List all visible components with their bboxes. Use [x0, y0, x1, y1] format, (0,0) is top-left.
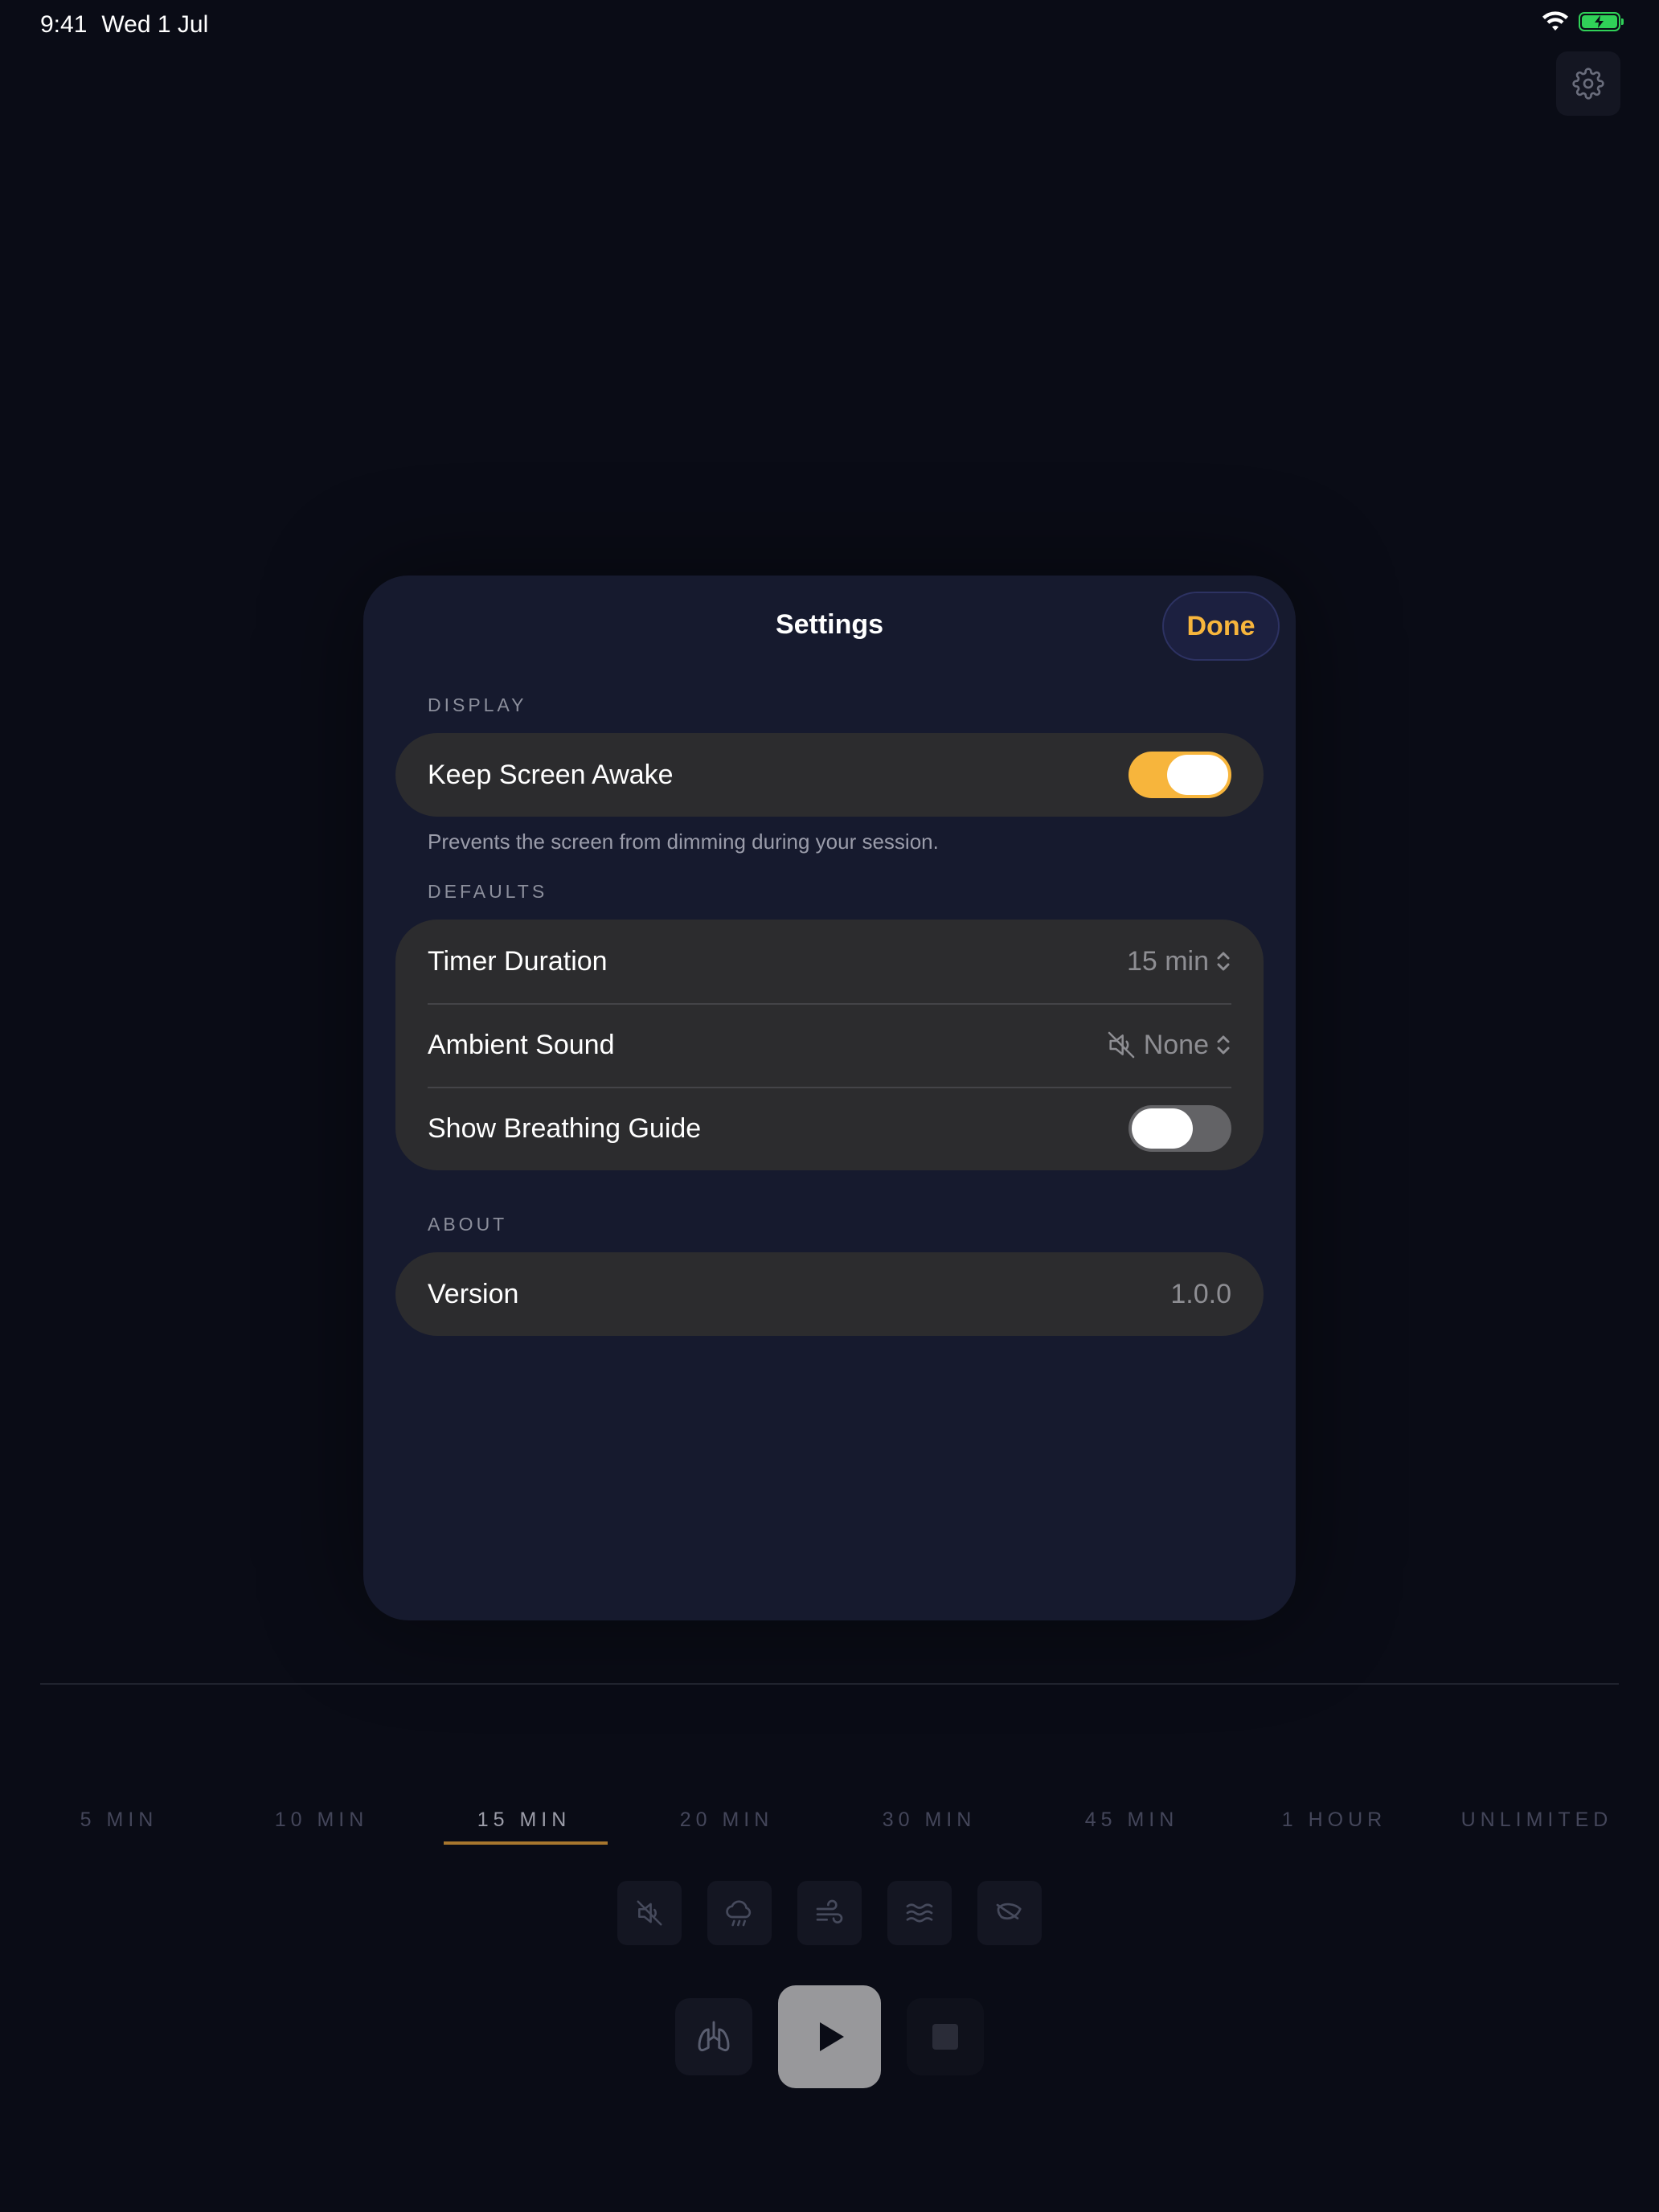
wifi-icon	[1542, 11, 1568, 31]
keep-screen-awake-label: Keep Screen Awake	[428, 759, 674, 790]
about-group: Version 1.0.0	[395, 1252, 1264, 1336]
stop-icon	[932, 2024, 958, 2050]
duration-option[interactable]: 30 MIN	[841, 1809, 1018, 1832]
battery-icon	[1579, 12, 1624, 31]
display-group: Keep Screen Awake	[395, 733, 1264, 817]
app-screen: 9:41 Wed 1 Jul Settings Done DISPLAY Keep…	[0, 0, 1659, 2212]
speaker-mute-icon	[1108, 1031, 1134, 1059]
status-bar-left: 9:41 Wed 1 Jul	[40, 11, 208, 39]
duration-option[interactable]: 45 MIN	[1043, 1809, 1220, 1832]
ambient-sound-row[interactable]: Ambient Sound None	[395, 1003, 1264, 1087]
gear-icon	[1572, 68, 1604, 100]
defaults-group: Timer Duration 15 min Ambient Sound None…	[395, 920, 1264, 1170]
duration-selector: 5 MIN 10 MIN 15 MIN 20 MIN 30 MIN 45 MIN…	[0, 1809, 1659, 1849]
chevron-up-down-icon	[1217, 952, 1230, 971]
keep-screen-awake-footnote: Prevents the screen from dimming during …	[428, 830, 939, 854]
duration-option[interactable]: 10 MIN	[233, 1809, 410, 1832]
duration-option[interactable]: UNLIMITED	[1448, 1809, 1625, 1832]
section-header-about: ABOUT	[428, 1214, 508, 1235]
rain-cloud-icon	[726, 1900, 752, 1927]
wind-icon	[816, 1899, 843, 1923]
chevron-up-down-icon	[1217, 1035, 1230, 1055]
timer-duration-label: Timer Duration	[428, 945, 608, 977]
leaf-icon	[996, 1903, 1022, 1920]
duration-option[interactable]: 5 MIN	[31, 1809, 207, 1832]
sheet-title: Settings	[775, 609, 884, 640]
breathing-guide-row[interactable]: Show Breathing Guide	[395, 1087, 1264, 1170]
divider	[40, 1683, 1619, 1685]
sound-none-button[interactable]	[617, 1881, 682, 1945]
timer-duration-row[interactable]: Timer Duration 15 min	[395, 920, 1264, 1003]
waves-icon	[906, 1903, 933, 1923]
breathing-guide-toggle[interactable]	[1129, 1105, 1231, 1152]
stop-button[interactable]	[907, 1998, 984, 2075]
settings-button[interactable]	[1556, 51, 1620, 116]
sound-rain-button[interactable]	[707, 1881, 772, 1945]
play-icon	[820, 2022, 844, 2051]
ambient-sound-label: Ambient Sound	[428, 1029, 615, 1060]
section-header-display: DISPLAY	[428, 694, 527, 715]
speaker-mute-icon	[637, 1900, 662, 1926]
duration-option-selected[interactable]: 15 MIN	[436, 1809, 612, 1832]
sound-wind-button[interactable]	[797, 1881, 862, 1945]
play-button[interactable]	[778, 1985, 881, 2088]
version-row: Version 1.0.0	[395, 1252, 1264, 1336]
duration-option[interactable]: 1 HOUR	[1246, 1809, 1423, 1832]
breathing-guide-button[interactable]	[675, 1998, 752, 2075]
sound-leaf-button[interactable]	[977, 1881, 1042, 1945]
timer-duration-value: 15 min	[1126, 945, 1209, 977]
status-bar-right	[1542, 11, 1624, 32]
lungs-icon	[698, 2021, 730, 2052]
ambient-sound-value: None	[1143, 1029, 1209, 1060]
breathing-guide-label: Show Breathing Guide	[428, 1112, 702, 1144]
done-button[interactable]: Done	[1162, 592, 1280, 661]
sound-waves-button[interactable]	[887, 1881, 952, 1945]
section-header-defaults: DEFAULTS	[428, 881, 548, 902]
status-time: 9:41	[40, 11, 88, 38]
duration-option[interactable]: 20 MIN	[638, 1809, 815, 1832]
status-date: Wed 1 Jul	[101, 11, 209, 38]
keep-screen-awake-toggle[interactable]	[1129, 752, 1231, 798]
keep-screen-awake-row[interactable]: Keep Screen Awake	[395, 733, 1264, 817]
settings-sheet: Settings Done DISPLAY Keep Screen Awake …	[363, 576, 1296, 1620]
ambient-sound-picker[interactable]: None	[1105, 1029, 1231, 1061]
timer-duration-picker[interactable]: 15 min	[1127, 946, 1231, 977]
selected-duration-underline	[444, 1841, 608, 1845]
version-label: Version	[428, 1278, 519, 1309]
version-value: 1.0.0	[1170, 1278, 1231, 1309]
